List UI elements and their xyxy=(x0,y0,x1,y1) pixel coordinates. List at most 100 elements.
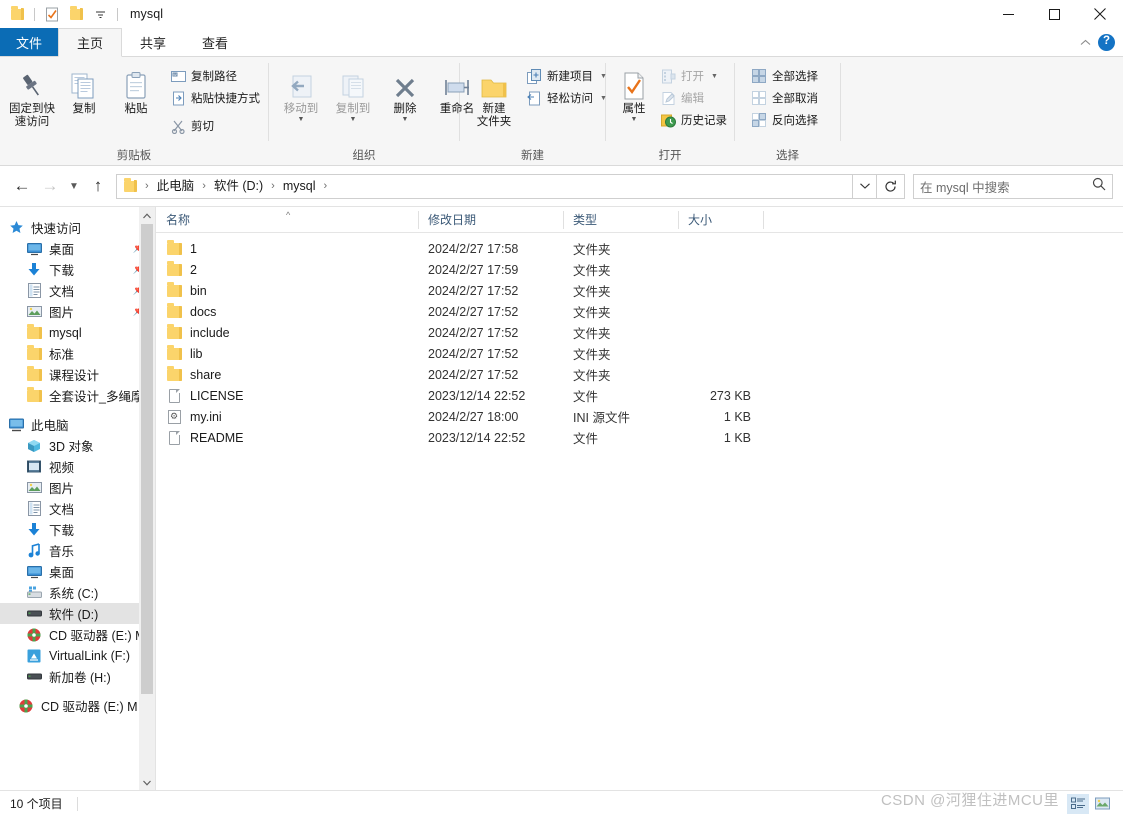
help-button[interactable]: ? xyxy=(1098,33,1115,51)
select-all-button[interactable]: 全部选择 xyxy=(747,65,822,87)
copy-path-button[interactable]: W 复制路径 xyxy=(166,65,264,87)
tab-file[interactable]: 文件 xyxy=(0,28,58,56)
sidebar-item-cd-drive-e-2[interactable]: CD 驱动器 (E:) M xyxy=(0,695,155,716)
sidebar-item-virtuallink-f[interactable]: VirtualLink (F:) xyxy=(0,645,155,666)
scroll-down-icon[interactable] xyxy=(139,774,155,791)
sidebar-item-3d-objects[interactable]: 3D 对象 xyxy=(0,435,155,456)
refresh-button[interactable] xyxy=(877,173,905,199)
scrollbar-thumb[interactable] xyxy=(141,224,153,694)
table-row[interactable]: docs 2024/2/27 17:52 文件夹 xyxy=(156,301,1123,322)
paste-shortcut-button[interactable]: 粘贴快捷方式 xyxy=(166,87,264,109)
breadcrumb-separator[interactable]: › xyxy=(321,180,331,192)
paste-button[interactable]: 粘贴 xyxy=(110,63,162,116)
easy-access-button[interactable]: 轻松访问 ▼ xyxy=(522,87,611,109)
select-all-icon xyxy=(751,68,767,84)
breadcrumb-separator[interactable]: › xyxy=(268,180,278,192)
table-row[interactable]: README 2023/12/14 22:52 文件 1 KB xyxy=(156,427,1123,448)
column-header-name[interactable]: 名称 ^ xyxy=(156,207,418,233)
sidebar-item-videos[interactable]: 视频 xyxy=(0,456,155,477)
recent-locations-icon[interactable]: ▼ xyxy=(64,173,84,199)
sidebar-item-documents[interactable]: 文档 📌 xyxy=(0,280,155,301)
search-icon[interactable] xyxy=(1092,177,1106,196)
tab-view[interactable]: 查看 xyxy=(184,28,246,56)
sidebar-item-kechengsheji[interactable]: 课程设计 xyxy=(0,364,155,385)
sidebar-item-drive-d[interactable]: 软件 (D:) xyxy=(0,603,155,624)
sidebar-item-drive-c[interactable]: 系统 (C:) xyxy=(0,582,155,603)
breadcrumb-separator[interactable]: › xyxy=(199,180,209,192)
history-button[interactable]: 历史记录 xyxy=(656,109,731,131)
chevron-down-icon[interactable]: ▼ xyxy=(298,116,305,123)
new-folder-icon[interactable] xyxy=(65,3,87,25)
sidebar-item-mysql[interactable]: mysql xyxy=(0,322,155,343)
chevron-down-icon[interactable]: ▼ xyxy=(350,116,357,123)
sidebar-item-pictures[interactable]: 图片 📌 xyxy=(0,301,155,322)
column-header-spacer[interactable] xyxy=(763,207,773,233)
table-row[interactable]: ⚙ my.ini 2024/2/27 18:00 INI 源文件 1 KB xyxy=(156,406,1123,427)
sidebar-item-this-pc[interactable]: 此电脑 xyxy=(0,414,155,435)
chevron-up-icon[interactable] xyxy=(1076,33,1094,51)
table-row[interactable]: include 2024/2/27 17:52 文件夹 xyxy=(156,322,1123,343)
search-input[interactable]: 在 mysql 中搜索 xyxy=(913,173,1113,199)
move-to-button[interactable]: 移动到 ▼ xyxy=(275,63,327,123)
sidebar-item-desktop[interactable]: 桌面 📌 xyxy=(0,238,155,259)
select-none-button[interactable]: 全部取消 xyxy=(747,87,822,109)
pin-to-quick-access-button[interactable]: 固定到快 速访问 xyxy=(6,63,58,129)
new-folder-button[interactable]: 新建 文件夹 xyxy=(468,63,520,129)
table-row[interactable]: LICENSE 2023/12/14 22:52 文件 273 KB xyxy=(156,385,1123,406)
sidebar-item-downloads[interactable]: 下载 📌 xyxy=(0,259,155,280)
file-name: LICENSE xyxy=(190,388,244,403)
table-row[interactable]: lib 2024/2/27 17:52 文件夹 xyxy=(156,343,1123,364)
sidebar-item-music[interactable]: 音乐 xyxy=(0,540,155,561)
customize-dropdown-icon[interactable] xyxy=(89,3,111,25)
column-header-size[interactable]: 大小 xyxy=(678,207,763,233)
edit-button[interactable]: 编辑 xyxy=(656,87,731,109)
sidebar-item-quick-access[interactable]: 快速访问 xyxy=(0,217,155,238)
table-row[interactable]: share 2024/2/27 17:52 文件夹 xyxy=(156,364,1123,385)
close-button[interactable] xyxy=(1077,0,1123,28)
sidebar-item-documents-2[interactable]: 文档 xyxy=(0,498,155,519)
sidebar-item-downloads-2[interactable]: 下载 xyxy=(0,519,155,540)
chevron-down-icon[interactable]: ▼ xyxy=(711,73,718,80)
tab-share[interactable]: 共享 xyxy=(122,28,184,56)
up-button[interactable]: ↑ xyxy=(84,173,112,199)
breadcrumb-root-icon[interactable] xyxy=(119,176,142,197)
breadcrumb-item-mysql[interactable]: mysql xyxy=(278,176,321,197)
sidebar-item-cd-drive-e[interactable]: CD 驱动器 (E:) M xyxy=(0,624,155,645)
breadcrumb[interactable]: › 此电脑 › 软件 (D:) › mysql › xyxy=(116,173,853,199)
sidebar-item-pictures-2[interactable]: 图片 xyxy=(0,477,155,498)
table-row[interactable]: 1 2024/2/27 17:58 文件夹 xyxy=(156,238,1123,259)
minimize-button[interactable] xyxy=(985,0,1031,28)
address-dropdown-icon[interactable] xyxy=(853,173,877,199)
cut-button[interactable]: 剪切 xyxy=(166,115,264,137)
delete-button[interactable]: 删除 ▼ xyxy=(379,63,431,123)
sidebar-item-drive-h[interactable]: 新加卷 (H:) xyxy=(0,666,155,687)
breadcrumb-separator[interactable]: › xyxy=(142,180,152,192)
copy-to-button[interactable]: 复制到 ▼ xyxy=(327,63,379,123)
breadcrumb-item-drive-d[interactable]: 软件 (D:) xyxy=(209,176,268,197)
properties-icon[interactable] xyxy=(41,3,63,25)
chevron-down-icon[interactable]: ▼ xyxy=(631,116,638,123)
tiles-view-icon[interactable] xyxy=(1091,794,1113,814)
back-button[interactable]: ← xyxy=(8,173,36,199)
chevron-down-icon[interactable]: ▼ xyxy=(402,116,409,123)
breadcrumb-item-this-pc[interactable]: 此电脑 xyxy=(152,176,200,197)
sidebar-item-desktop-2[interactable]: 桌面 xyxy=(0,561,155,582)
forward-button[interactable]: → xyxy=(36,173,64,199)
new-item-button[interactable]: 新建项目 ▼ xyxy=(522,65,611,87)
folder-icon[interactable] xyxy=(6,3,28,25)
scroll-up-icon[interactable] xyxy=(139,207,155,224)
open-button[interactable]: 打开 ▼ xyxy=(656,65,731,87)
copy-button[interactable]: 复制 xyxy=(58,63,110,116)
tab-home[interactable]: 主页 xyxy=(58,28,123,57)
sidebar-item-biaozhun[interactable]: 标准 xyxy=(0,343,155,364)
sidebar-scrollbar[interactable] xyxy=(139,207,155,791)
invert-selection-button[interactable]: 反向选择 xyxy=(747,109,822,131)
properties-button[interactable]: 属性 ▼ xyxy=(614,63,654,123)
table-row[interactable]: 2 2024/2/27 17:59 文件夹 xyxy=(156,259,1123,280)
maximize-button[interactable] xyxy=(1031,0,1077,28)
column-header-date[interactable]: 修改日期 xyxy=(418,207,563,233)
column-header-type[interactable]: 类型 xyxy=(563,207,678,233)
table-row[interactable]: bin 2024/2/27 17:52 文件夹 xyxy=(156,280,1123,301)
sidebar-item-quantaosheji[interactable]: 全套设计_多绳摩 xyxy=(0,385,155,406)
details-view-icon[interactable] xyxy=(1067,793,1089,814)
